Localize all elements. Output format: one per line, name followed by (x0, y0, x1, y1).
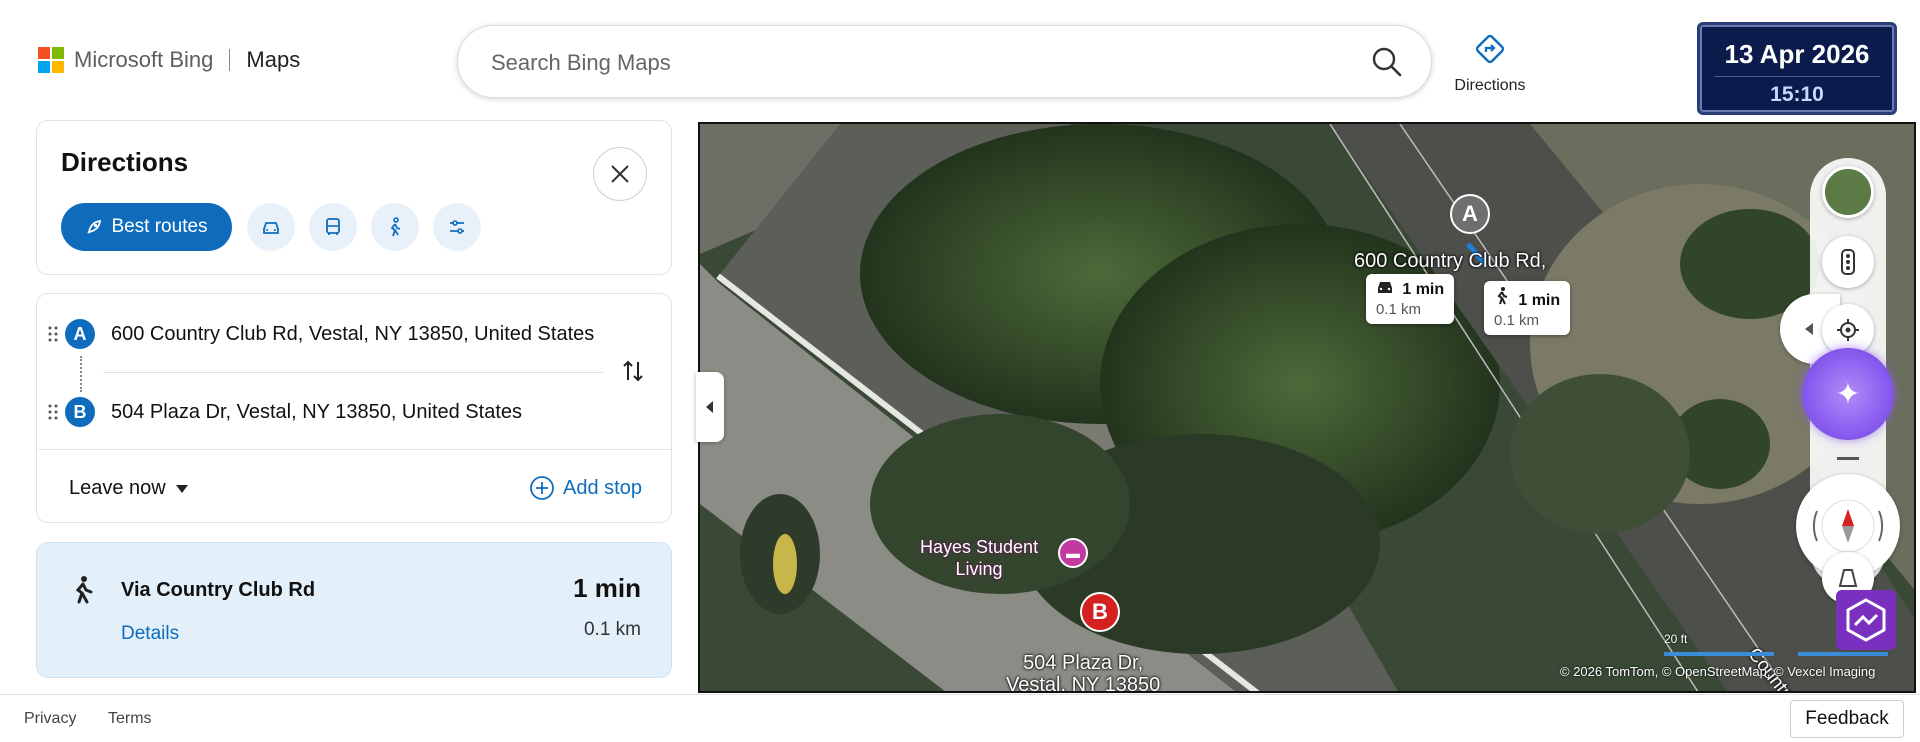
locate-icon (1837, 319, 1859, 341)
leave-now-dropdown[interactable]: Leave now (69, 477, 188, 500)
sparkle-icon: ✦ (1835, 377, 1861, 411)
tilt-icon (1838, 569, 1858, 587)
panel-divider (37, 449, 671, 450)
drag-handle-icon[interactable] (47, 403, 59, 421)
directions-button[interactable]: Directions (1440, 32, 1540, 95)
scale-bar-right (1798, 652, 1888, 656)
pin-a-marker[interactable]: A (1450, 194, 1490, 234)
copilot-button[interactable]: ✦ (1802, 348, 1894, 440)
close-button[interactable] (593, 147, 647, 201)
walk-distance: 0.1 km (1494, 312, 1540, 329)
route-name: Via Country Club Rd (121, 579, 316, 601)
chevron-left-icon (1805, 323, 1813, 335)
pin-b-marker[interactable]: B (1080, 592, 1120, 632)
map-label-destination: 504 Plaza Dr, Vestal, NY 13850 (1006, 652, 1161, 693)
walk-icon (390, 217, 401, 237)
add-stop-button[interactable]: Add stop (529, 475, 642, 501)
microsoft-logo-icon (38, 47, 64, 73)
drive-callout[interactable]: 1 min 0.1 km (1366, 274, 1455, 324)
collapse-panel-button[interactable] (696, 372, 724, 442)
extension-logo-icon[interactable] (1836, 590, 1896, 650)
waypoint-b-row[interactable]: B 504 Plaza Dr, Vestal, NY 13850, United… (37, 392, 671, 432)
waypoint-a-input[interactable]: 600 Country Club Rd, Vestal, NY 13850, U… (111, 323, 594, 346)
date-text: 13 Apr 2026 (1724, 39, 1870, 69)
logo-divider (229, 49, 231, 71)
poi-line-2: Living (955, 559, 1003, 579)
poi-label: Hayes Student Living (920, 536, 1038, 580)
search-icon[interactable] (1371, 46, 1403, 83)
zoom-out-button[interactable] (1822, 444, 1874, 474)
feedback-button[interactable]: Feedback (1790, 700, 1904, 738)
rocket-icon (87, 219, 102, 234)
walk-icon (69, 575, 97, 612)
waypoint-connector (80, 356, 83, 392)
car-icon (263, 222, 279, 234)
waypoint-a-badge: A (65, 319, 95, 349)
bus-icon (326, 218, 340, 235)
mode-drive-button[interactable] (247, 203, 295, 251)
scale-bar (1664, 652, 1774, 656)
time-text: 15:10 (1770, 83, 1824, 106)
route-options-button[interactable] (433, 203, 481, 251)
route-duration: 1 min (573, 573, 641, 603)
route-result-card[interactable]: Via Country Club Rd 1 min Details 0.1 km (36, 542, 672, 678)
car-icon (1378, 282, 1392, 293)
caret-down-icon (175, 484, 188, 493)
terms-link[interactable]: Terms (108, 710, 152, 728)
mode-walk-button[interactable] (371, 203, 419, 251)
walk-time: 1 min (1518, 292, 1561, 309)
route-details-link[interactable]: Details (121, 623, 179, 645)
map-view[interactable]: 600 Country Club Rd, A 1 min 0.1 km 1 mi… (698, 122, 1916, 693)
poi-line-1: Hayes Student (920, 537, 1039, 557)
walk-icon (1497, 287, 1508, 305)
drive-time: 1 min (1402, 281, 1445, 298)
product-name: Maps (246, 47, 301, 72)
satellite-imagery (700, 124, 1914, 691)
minus-icon (1837, 457, 1859, 460)
map-attribution: © 2026 TomTom, © OpenStreetMap, © Vexcel… (1560, 664, 1876, 679)
map-style-button[interactable] (1822, 166, 1874, 218)
directions-title: Directions (61, 147, 189, 177)
walk-callout[interactable]: 1 min 0.1 km (1484, 281, 1571, 335)
swap-icon (623, 360, 643, 382)
brand-name: Microsoft Bing (74, 47, 214, 72)
destination-line-2: Vestal, NY 13850 (1006, 674, 1161, 693)
mode-transit-button[interactable] (309, 203, 357, 251)
add-stop-label: Add stop (563, 476, 642, 499)
directions-icon (1473, 34, 1507, 70)
footer (0, 694, 1920, 742)
search-box[interactable] (457, 25, 1432, 98)
privacy-link[interactable]: Privacy (24, 710, 76, 728)
swap-waypoints-button[interactable] (620, 358, 646, 389)
traffic-light-icon (1841, 249, 1855, 275)
options-icon (450, 220, 464, 234)
drag-handle-icon[interactable] (47, 325, 59, 343)
waypoints-panel: A 600 Country Club Rd, Vestal, NY 13850,… (36, 293, 672, 523)
close-icon (611, 165, 629, 183)
waypoint-divider (103, 372, 603, 373)
chevron-left-icon (706, 401, 713, 413)
traffic-button[interactable] (1822, 236, 1874, 288)
map-label-origin: 600 Country Club Rd, (1354, 250, 1547, 272)
waypoint-a-row[interactable]: A 600 Country Club Rd, Vestal, NY 13850,… (37, 314, 671, 354)
hotel-poi-icon[interactable]: ▬ (1058, 538, 1088, 568)
date-time-overlay: 13 Apr 2026 15:10 (1697, 22, 1897, 115)
waypoint-b-input[interactable]: 504 Plaza Dr, Vestal, NY 13850, United S… (111, 401, 522, 424)
plus-circle-icon (530, 476, 554, 500)
date-divider (1714, 76, 1880, 77)
scale-label: 20 ft (1664, 632, 1688, 646)
search-input[interactable] (491, 48, 1351, 78)
destination-line-1: 504 Plaza Dr, (1023, 652, 1144, 674)
waypoint-b-badge: B (65, 397, 95, 427)
route-distance: 0.1 km (583, 619, 641, 640)
best-routes-label: Best routes (111, 216, 208, 237)
best-routes-button[interactable]: Best routes (61, 203, 232, 251)
directions-panel: Directions Best routes (36, 120, 672, 275)
leave-now-label: Leave now (69, 477, 166, 499)
directions-label: Directions (1454, 77, 1526, 94)
bing-maps-logo[interactable]: Microsoft Bing Maps (38, 46, 300, 74)
drive-distance: 0.1 km (1376, 301, 1422, 318)
